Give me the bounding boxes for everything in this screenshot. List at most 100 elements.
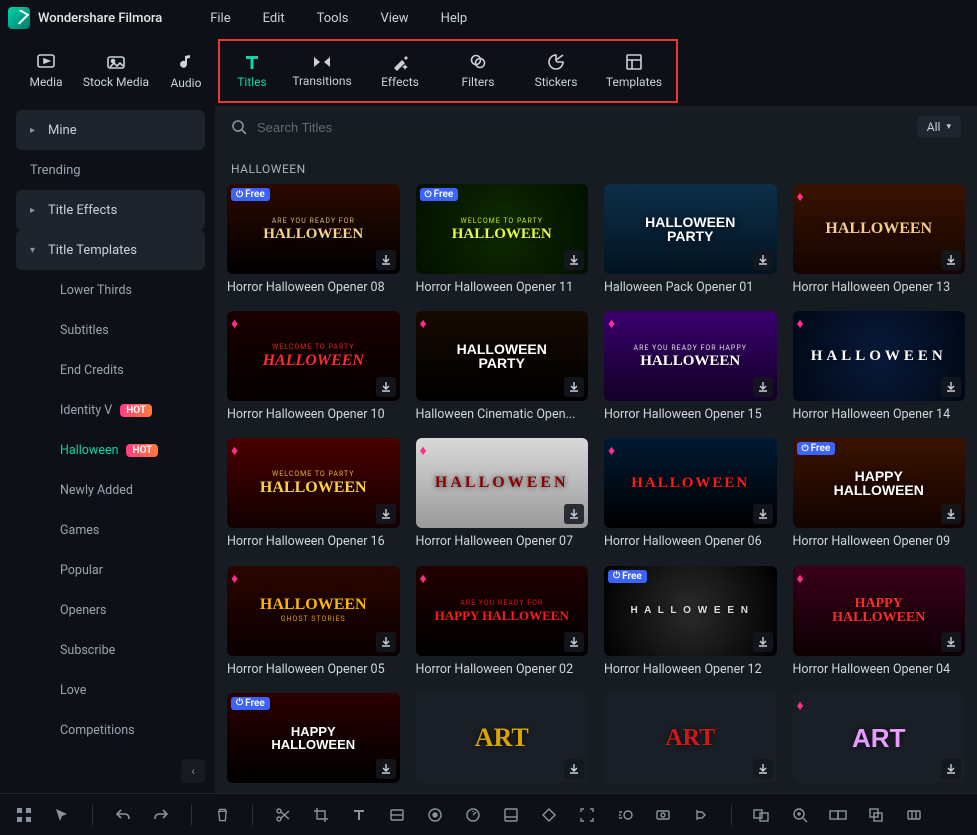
sidebar-item-newly-added[interactable]: Newly Added [16,470,205,510]
marker-icon[interactable] [691,805,711,825]
sidebar-item-popular[interactable]: Popular [16,550,205,590]
sidebar-item-end-credits[interactable]: End Credits [16,350,205,390]
template-card[interactable]: HALLOWEENPARTYHalloween Pack Opener 01 [604,184,777,297]
sidebar-item-trending[interactable]: Trending [16,150,205,190]
sidebar-item-subtitles[interactable]: Subtitles [16,310,205,350]
download-button[interactable] [376,377,396,397]
download-button[interactable] [564,377,584,397]
detach-audio-icon[interactable] [387,805,407,825]
crop-icon[interactable] [311,805,331,825]
template-card[interactable]: HALLOWEEN♦Horror Halloween Opener 13 [793,184,966,297]
menu-edit[interactable]: Edit [263,11,285,26]
tab-audio[interactable]: Audio [156,43,216,99]
cursor-icon[interactable] [52,805,72,825]
download-button[interactable] [753,377,773,397]
premium-gem-icon: ♦ [231,442,238,459]
tab-stickers[interactable]: Stickers [518,43,594,99]
scissors-icon[interactable] [273,805,293,825]
template-card[interactable]: ART [416,693,589,785]
sidebar-item-games[interactable]: Games [16,510,205,550]
sidebar-item-title-effects[interactable]: ▸Title Effects [16,190,205,230]
sidebar-item-subscribe[interactable]: Subscribe [16,630,205,670]
template-card[interactable]: HALLOWEENGHOST STORIES♦Horror Halloween … [227,566,400,679]
download-button[interactable] [753,504,773,524]
template-card[interactable]: ARE YOU READY FORHALLOWEEN⏻FreeHorror Ha… [227,184,400,297]
undo-icon[interactable] [113,805,133,825]
template-card[interactable]: HAPPYHALLOWEEN♦Horror Halloween Opener 0… [793,566,966,679]
color-icon[interactable] [501,805,521,825]
template-card[interactable]: ARE YOU READY FOR HAPPYHALLOWEEN♦Horror … [604,311,777,424]
download-button[interactable] [376,250,396,270]
download-button[interactable] [564,250,584,270]
record-icon[interactable] [425,805,445,825]
sidebar-item-mine[interactable]: ▸Mine [16,110,205,150]
template-card[interactable]: ART [604,693,777,785]
speed-icon[interactable] [463,805,483,825]
download-button[interactable] [753,632,773,652]
template-card[interactable]: HALLOWEENPARTY♦Halloween Cinematic Open.… [416,311,589,424]
premium-gem-icon: ♦ [608,442,615,459]
keyframe-icon[interactable] [539,805,559,825]
compound-icon[interactable] [904,805,924,825]
sidebar-item-lower-thirds[interactable]: Lower Thirds [16,270,205,310]
tab-transitions[interactable]: Transitions [284,43,360,99]
menu-tools[interactable]: Tools [317,11,349,26]
menu-view[interactable]: View [380,11,408,26]
group-icon[interactable] [752,805,772,825]
tab-templates[interactable]: Templates [596,43,672,99]
sidebar-item-halloween[interactable]: HalloweenHOT [16,430,205,470]
download-button[interactable] [564,759,584,779]
sidebar-item-love[interactable]: Love [16,670,205,710]
menu-file[interactable]: File [210,11,230,26]
search-input[interactable] [257,120,917,135]
sidebar-collapse-button[interactable]: ‹ [181,759,205,783]
template-card[interactable]: HALLOWEEN♦Horror Halloween Opener 06 [604,438,777,551]
zoom-icon[interactable] [790,805,810,825]
template-card[interactable]: HALLOWEEN♦Horror Halloween Opener 14 [793,311,966,424]
download-button[interactable] [376,632,396,652]
menu-help[interactable]: Help [441,11,468,26]
template-card[interactable]: H A L L O W E E N⏻FreeHorror Halloween O… [604,566,777,679]
download-button[interactable] [564,632,584,652]
audio-icon [178,52,194,72]
sidebar-item-title-templates[interactable]: ▾Title Templates [16,230,205,270]
download-button[interactable] [941,759,961,779]
sidebar-item-identity-v[interactable]: Identity VHOT [16,390,205,430]
template-card[interactable]: WELCOME TO PARTYHALLOWEEN⏻FreeHorror Hal… [416,184,589,297]
download-button[interactable] [753,250,773,270]
download-button[interactable] [941,250,961,270]
sidebar-item-label: Newly Added [60,483,133,498]
tab-filters[interactable]: Filters [440,43,516,99]
download-button[interactable] [564,504,584,524]
download-button[interactable] [941,504,961,524]
grid-icon[interactable] [14,805,34,825]
multi-icon[interactable] [866,805,886,825]
tracking-icon[interactable] [828,805,848,825]
scan-icon[interactable] [577,805,597,825]
download-button[interactable] [753,759,773,779]
mask-icon[interactable] [653,805,673,825]
tab-media[interactable]: Media [16,43,76,99]
delete-icon[interactable] [212,805,232,825]
template-card[interactable]: ARE YOU READY FORHAPPY HALLOWEEN♦Horror … [416,566,589,679]
download-button[interactable] [941,632,961,652]
motion-icon[interactable] [615,805,635,825]
download-button[interactable] [376,504,396,524]
sidebar-item-openers[interactable]: Openers [16,590,205,630]
text-icon[interactable] [349,805,369,825]
template-card[interactable]: WELCOME TO PARTYHALLOWEEN♦Horror Hallowe… [227,311,400,424]
template-card[interactable]: WELCOME TO PARTYHALLOWEEN♦Horror Hallowe… [227,438,400,551]
template-card[interactable]: HALLOWEEN♦Horror Halloween Opener 07 [416,438,589,551]
template-card[interactable]: HAPPYHALLOWEEN⏻Free [227,693,400,785]
tab-effects[interactable]: Effects [362,43,438,99]
redo-icon[interactable] [151,805,171,825]
tab-stock-media[interactable]: Stock Media [78,43,154,99]
sidebar-item-competitions[interactable]: Competitions [16,710,205,750]
download-button[interactable] [376,759,396,779]
template-card[interactable]: HAPPYHALLOWEEN⏻FreeHorror Halloween Open… [793,438,966,551]
tab-titles[interactable]: Titles [222,43,282,99]
download-button[interactable] [941,377,961,397]
filter-all-dropdown[interactable]: All ▾ [917,116,961,138]
template-thumbnail: HALLOWEEN♦ [793,311,966,401]
template-card[interactable]: ART♦ [793,693,966,785]
